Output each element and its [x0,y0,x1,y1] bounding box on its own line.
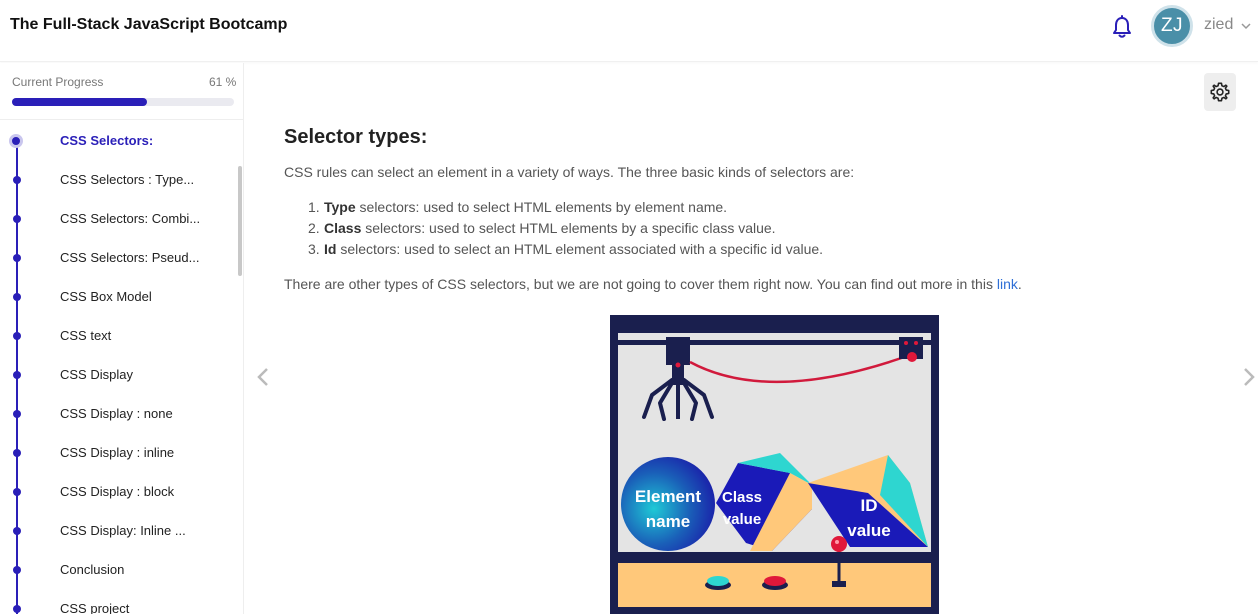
selector-list: 1. Type selectors: used to select HTML el… [308,199,823,262]
selector-types-illustration: Element name Class value ID value [610,315,939,614]
id-value-label-1: ID [861,496,878,515]
list-number: 2. [308,220,320,236]
selector-desc: selectors: used to select HTML elements … [355,199,728,215]
id-value-label-2: value [847,521,890,540]
class-value-label-2: value [723,511,761,528]
list-number: 3. [308,241,320,257]
lesson-label: CSS text [60,328,112,343]
timeline-dot [13,449,21,457]
timeline-dot [13,566,21,574]
section-title: Selector types: [284,126,428,148]
lesson-label: CSS Display: Inline ... [60,523,186,538]
more-info-link[interactable]: link [997,276,1018,292]
outro-end: . [1017,276,1022,292]
sidebar-lesson-item[interactable]: CSS Display : block [0,472,236,511]
sidebar-lesson-item[interactable]: CSS Display : inline [0,433,236,472]
timeline-dot [13,293,21,301]
chevron-right-icon[interactable] [1240,366,1258,388]
lesson-label: CSS project [60,601,130,614]
username[interactable]: zied [1204,16,1233,34]
lesson-label: CSS Selectors : Type... [60,172,195,187]
chevron-down-icon[interactable] [1240,19,1252,31]
timeline-dot [13,410,21,418]
sidebar-lesson-item[interactable]: CSS Display: Inline ... [0,511,236,550]
sidebar-lesson-item[interactable]: CSS Box Model [0,277,236,316]
list-number: 1. [308,199,320,215]
lesson-label: CSS Display : none [60,406,173,421]
bell-icon[interactable] [1111,15,1133,39]
timeline-dot [13,176,21,184]
lesson-label: CSS Selectors: Combi... [60,211,201,226]
gear-icon [1210,82,1230,102]
sidebar-lesson-item[interactable]: CSS Selectors: Combi... [0,199,236,238]
lesson-label: CSS Display : inline [60,445,175,460]
selector-list-item: 1. Type selectors: used to select HTML el… [308,199,823,220]
progress-label: Current Progress [12,75,104,89]
progress-bar-fill [12,98,148,106]
lesson-label: CSS Display : block [60,484,175,499]
class-value-label-1: Class [722,489,762,506]
lesson-label: CSS Box Model [60,289,152,304]
progress-bar [12,98,234,106]
selector-desc: selectors: used to select HTML elements … [361,220,776,236]
lesson-label: CSS Display [60,367,133,382]
top-header: The Full-Stack JavaScript Bootcamp ZJ zi… [0,0,1258,62]
course-sidebar: Current Progress 61 % CSS Selectors: CSS … [0,63,244,614]
selector-desc: selectors: used to select an HTML elemen… [336,241,824,257]
lesson-content: Selector types: CSS rules can select an … [284,126,1184,292]
outro-text: There are other types of CSS selectors, … [284,276,1022,292]
selector-term: Class [324,220,362,236]
timeline-dot [9,134,23,148]
sidebar-scrollbar[interactable] [238,166,242,276]
sidebar-lesson-item[interactable]: CSS Selectors : Type... [0,160,236,199]
lesson-label: Conclusion [60,562,125,577]
sidebar-lesson-item[interactable]: CSS project [0,589,236,614]
lesson-label: CSS Selectors: [60,133,154,148]
sidebar-lesson-item[interactable]: Conclusion [0,550,236,589]
timeline-dot [13,371,21,379]
lesson-label: CSS Selectors: Pseud... [60,250,200,265]
sidebar-lesson-item[interactable]: CSS Display : none [0,394,236,433]
chevron-left-icon[interactable] [254,366,272,388]
outro-sentence: There are other types of CSS selectors, … [284,276,997,292]
element-name-label-2: name [646,512,690,531]
timeline-dot [13,527,21,535]
timeline-dot [13,215,21,223]
element-name-label-1: Element [635,487,701,506]
avatar[interactable]: ZJ [1151,5,1193,47]
selector-term: Id [324,241,337,257]
sidebar-lesson-item[interactable]: CSS Selectors: [0,121,236,160]
selector-term: Type [324,199,356,215]
intro-text: CSS rules can select an element in a var… [284,164,855,180]
sidebar-lesson-item[interactable]: CSS text [0,316,236,355]
divider [0,119,243,120]
app-title: The Full-Stack JavaScript Bootcamp [10,16,288,33]
sidebar-lesson-item[interactable]: CSS Display [0,355,236,394]
timeline-dot [13,254,21,262]
progress-percent: 61 % [209,75,237,89]
settings-button[interactable] [1204,73,1236,111]
selector-list-item: 3. Id selectors: used to select an HTML e… [308,241,823,262]
sidebar-lesson-item[interactable]: CSS Selectors: Pseud... [0,238,236,277]
selector-list-item: 2. Class selectors: used to select HTML e… [308,220,823,241]
timeline-dot [13,605,21,613]
timeline-dot [13,488,21,496]
timeline-dot [13,332,21,340]
